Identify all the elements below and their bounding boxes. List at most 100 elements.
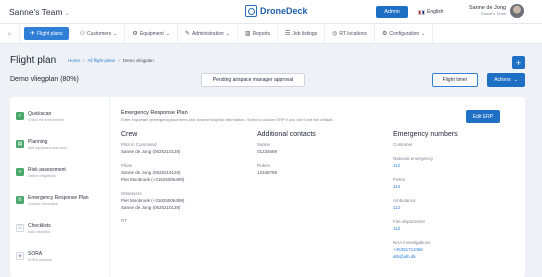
breadcrumb-all-flight-plans[interactable]: All flight plans	[88, 58, 116, 63]
cog-icon: ⚙	[382, 31, 388, 37]
contact-name: Ruben	[257, 163, 271, 168]
flight-timer-button[interactable]: Flight timer	[432, 73, 478, 87]
step-subtitle: Add equipment and crew	[28, 146, 67, 150]
user-team: Sanne's Team	[480, 11, 506, 16]
pilot-value: Sanne de Jong (0625210128)	[121, 170, 181, 175]
step-checklists[interactable]: ☰ Checklists Add checklists	[16, 223, 51, 234]
flight-plan-card: ✓ Quickscan Check the environment ▤ Plann…	[10, 97, 525, 277]
naa-number[interactable]: +45381711066	[393, 247, 423, 252]
erp-subtitle: Enter important (emergency)numbers and c…	[121, 117, 334, 122]
gear-icon: ⚙	[132, 31, 138, 37]
team-switcher[interactable]: Sanne's Team ⌄	[9, 7, 69, 17]
plus-icon: +	[16, 168, 24, 176]
ambulance-number[interactable]: 112	[393, 205, 400, 210]
emergency-heading: Emergency numbers	[393, 131, 458, 138]
fire-label: Fire department	[393, 219, 425, 224]
ambulance-label: Ambulance	[393, 198, 416, 203]
erp-title: Emergency Response Plan	[121, 110, 188, 116]
nav-customers[interactable]: ⚇ Customers ⌄	[73, 23, 126, 44]
logo-text: DroneDeck	[260, 6, 308, 16]
nav-flight-plans[interactable]: ✈ Flight plans	[24, 27, 69, 40]
breadcrumb-home[interactable]: Home	[68, 58, 80, 63]
breadcrumb-separator: ›	[83, 58, 85, 63]
team-name: Sanne's Team	[9, 7, 63, 17]
language-selector[interactable]: English	[418, 9, 443, 15]
step-subtitle: SORA outcome	[28, 258, 53, 262]
chevron-down-icon: ⌄	[113, 30, 118, 37]
breadcrumb-separator: ›	[118, 58, 120, 63]
top-bar: Sanne's Team ⌄ DroneDeck Admin English Sa…	[0, 0, 542, 24]
step-title: Emergency Response Plan	[28, 195, 89, 201]
fire-number[interactable]: 112	[393, 226, 400, 231]
naa-email[interactable]: alb@alb.dk	[393, 254, 416, 259]
nav-job-listings[interactable]: ☰ Job listings	[278, 23, 326, 44]
nav-label: Customers	[87, 30, 112, 37]
rt-label: RT	[121, 218, 127, 223]
step-title: Checklists	[28, 223, 51, 229]
chevron-down-icon: ⌄	[165, 30, 170, 37]
logo[interactable]: DroneDeck	[245, 5, 308, 17]
observers-label: Observers	[121, 191, 142, 196]
people-icon: ⚇	[79, 31, 86, 37]
step-title: SORA	[28, 251, 43, 257]
breadcrumb: Home › All flight plans › Demo vliegplan	[68, 58, 154, 63]
pic-value: Sanne de Jong (0625210128)	[121, 149, 181, 154]
step-risk-assessment[interactable]: + Risk assessment Define mitigations	[16, 167, 66, 178]
admin-button[interactable]: Admin	[376, 6, 408, 18]
nav-configuration[interactable]: ⚙ Configuration ⌄	[375, 23, 434, 44]
crew-heading: Crew	[121, 131, 138, 138]
police-label: Police	[393, 177, 406, 182]
nav-administration[interactable]: ✎ Administration ⌄	[178, 23, 238, 44]
actions-label: Actions	[494, 77, 511, 83]
checklist-icon: ☰	[16, 224, 24, 232]
list-icon: ☰	[285, 31, 291, 37]
sora-icon: ◆	[16, 252, 24, 260]
contact-phone: 12345789	[257, 170, 278, 175]
step-title: Quickscan	[28, 111, 52, 117]
step-sora[interactable]: ◆ SORA SORA outcome	[16, 251, 52, 262]
nav-label: Flight plans	[37, 30, 63, 37]
police-number[interactable]: 114	[393, 184, 400, 189]
language-label: English	[427, 9, 444, 15]
add-button[interactable]: +	[512, 56, 525, 69]
naa-label: NAA investigations	[393, 240, 431, 245]
pending-approval-button[interactable]: Pending airspace manager approval	[201, 73, 305, 87]
chart-icon: ▥	[244, 31, 251, 37]
step-title: Planning	[28, 139, 48, 145]
nav-label: Equipment	[139, 30, 164, 37]
user-menu[interactable]: Sanne de Jong Sanne's Team	[466, 5, 506, 16]
step-title: Risk assessment	[28, 167, 66, 173]
chevron-down-icon: ⌄	[421, 30, 426, 37]
step-emergency-response-plan[interactable]: ✆ Emergency Response Plan Contact informa…	[16, 195, 89, 206]
contacts-heading: Additional contacts	[257, 131, 316, 138]
observer-value: Piet Moobroek (+31625006499)	[121, 198, 185, 203]
nav-label: RT locations	[339, 30, 368, 37]
home-icon[interactable]: ⌂	[0, 23, 21, 44]
nav-label: Reports	[252, 30, 271, 37]
nav-reports[interactable]: ▥ Reports	[238, 23, 279, 44]
customer-label: Customer	[393, 142, 413, 147]
uk-flag-icon	[418, 9, 425, 15]
nav-rt-locations[interactable]: ◎ RT locations	[325, 23, 376, 44]
emergency-label: National emergency	[393, 156, 434, 161]
chevron-down-icon: ⌄	[225, 30, 230, 37]
dronedeck-logo-icon	[245, 5, 257, 17]
emergency-number[interactable]: 112	[393, 163, 400, 168]
nav-label: Configuration	[389, 30, 420, 37]
chevron-down-icon: ⌄	[64, 11, 70, 17]
nav-label: Job listings	[292, 30, 318, 37]
wrench-icon: ✎	[184, 31, 190, 37]
nav-equipment[interactable]: ⚙ Equipment ⌄	[125, 23, 178, 44]
contact-phone: 01234669	[257, 149, 278, 154]
chevron-down-icon: ⌄	[513, 77, 518, 83]
edit-erp-button[interactable]: Edit ERP	[466, 110, 500, 123]
step-planning[interactable]: ▤ Planning Add equipment and crew	[16, 139, 67, 150]
avatar[interactable]	[510, 4, 524, 18]
step-quickscan[interactable]: ✓ Quickscan Check the environment	[16, 111, 64, 122]
step-subtitle: Add checklists	[28, 230, 51, 234]
pic-label: Pilot in Command	[121, 142, 157, 147]
breadcrumb-current: Demo vliegplan	[122, 58, 154, 63]
main-nav: ⌂ ✈ Flight plans ⚇ Customers ⌄ ⚙ Equipment ⌄ …	[0, 23, 542, 44]
plan-name: Demo vliegplan (80%)	[10, 76, 79, 83]
actions-button[interactable]: Actions ⌄	[487, 73, 525, 87]
